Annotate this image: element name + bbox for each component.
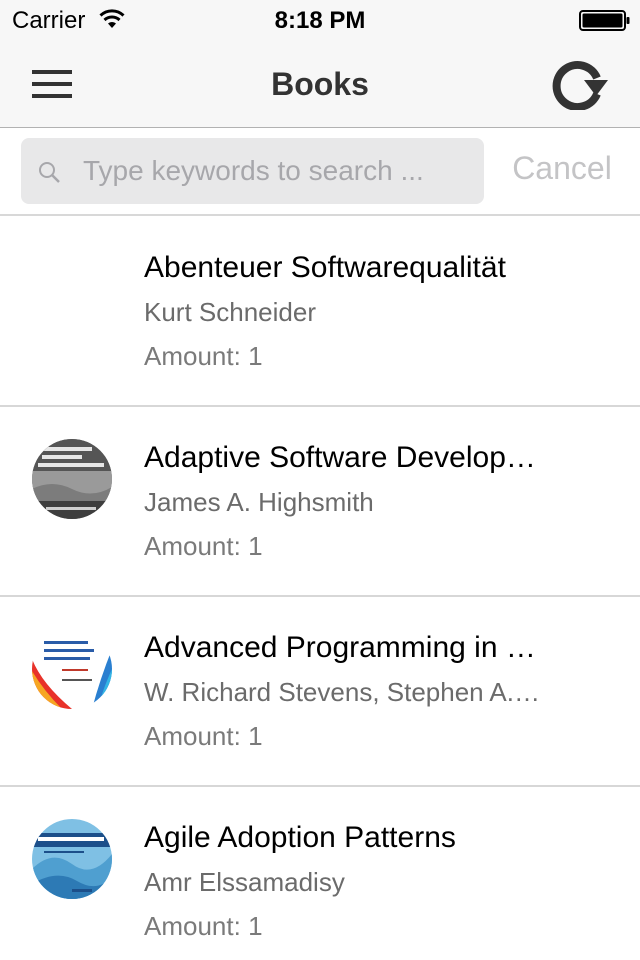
amount-label: Amount:	[144, 341, 241, 371]
book-author: Amr Elssamadisy	[144, 867, 345, 897]
book-list: Abenteuer Softwarequalität Kurt Schneide…	[0, 217, 640, 960]
search-bar: Cancel	[0, 128, 640, 216]
book-title: Advanced Programming in the UNIX Environ…	[144, 631, 544, 664]
book-amount: Amount: 1	[144, 341, 263, 372]
amount-value: 1	[248, 341, 263, 371]
book-amount: Amount: 1	[144, 721, 263, 752]
book-amount: Amount: 1	[144, 531, 263, 562]
book-cover-image	[32, 819, 112, 899]
amount-value: 1	[248, 911, 263, 941]
search-input[interactable]	[83, 138, 473, 204]
book-row[interactable]: Advanced Programming in the UNIX Environ…	[0, 597, 640, 787]
battery-icon	[579, 10, 630, 31]
book-title: Agile Adoption Patterns	[144, 821, 456, 854]
amount-label: Amount:	[144, 531, 241, 561]
status-bar: Carrier 8:18 PM	[0, 0, 640, 40]
navigation-bar: Books	[0, 40, 640, 128]
book-author: James A. Highsmith	[144, 487, 374, 517]
search-icon	[39, 162, 60, 183]
book-row[interactable]: Agile Adoption Patterns Amr Elssamadisy …	[0, 787, 640, 960]
cancel-button[interactable]: Cancel	[500, 150, 624, 187]
page-title: Books	[271, 66, 369, 102]
book-author: W. Richard Stevens, Stephen A. Rago	[144, 677, 544, 707]
amount-label: Amount:	[144, 721, 241, 751]
book-row[interactable]: Adaptive Software Development James A. H…	[0, 407, 640, 597]
amount-value: 1	[248, 721, 263, 751]
search-field[interactable]	[21, 138, 484, 204]
status-time: 8:18 PM	[274, 7, 366, 34]
book-cover-image	[32, 629, 112, 709]
book-cover-image	[32, 439, 112, 519]
book-author: Kurt Schneider	[144, 297, 316, 327]
book-amount: Amount: 1	[144, 911, 263, 942]
book-title: Adaptive Software Development	[144, 441, 544, 474]
amount-value: 1	[248, 531, 263, 561]
refresh-icon[interactable]	[548, 60, 610, 110]
book-row[interactable]: Abenteuer Softwarequalität Kurt Schneide…	[0, 217, 640, 407]
book-title: Abenteuer Softwarequalität	[144, 251, 506, 284]
amount-label: Amount:	[144, 911, 241, 941]
